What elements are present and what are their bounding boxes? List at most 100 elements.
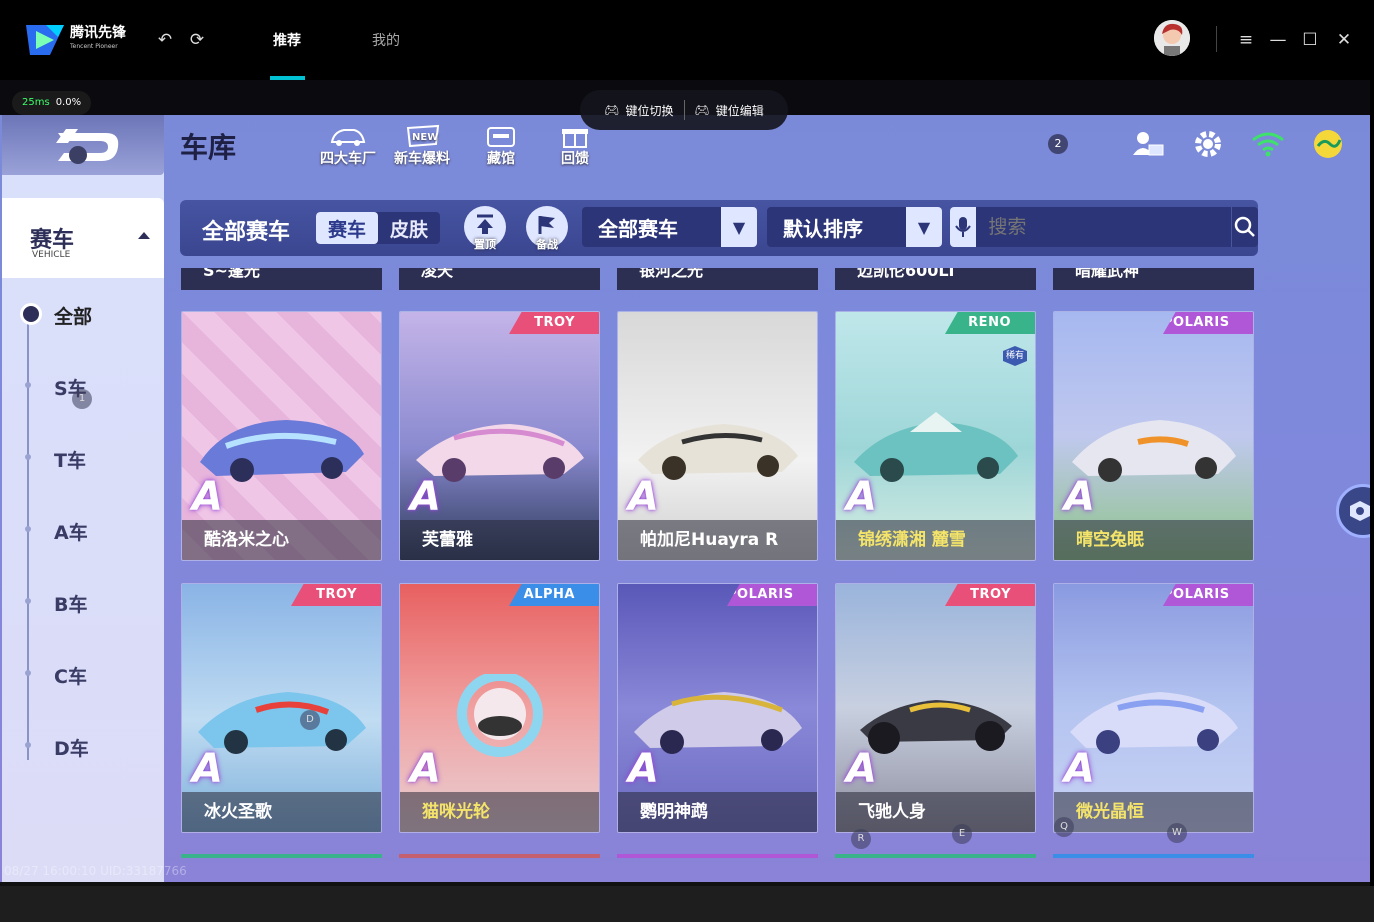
grade-label: A bbox=[410, 746, 441, 792]
car-card[interactable]: A 酷洛米之心 bbox=[181, 311, 382, 561]
timeline-dot bbox=[25, 382, 31, 388]
timeline-dot bbox=[25, 526, 31, 532]
category-select[interactable]: 全部赛车 ▼ bbox=[582, 207, 757, 247]
car-name: 锦绣潇湘 麓雪 bbox=[836, 520, 1035, 560]
search-input[interactable] bbox=[988, 216, 1232, 238]
car-card[interactable]: A 帕加尼Huayra R bbox=[617, 311, 818, 561]
brand-name: 腾讯先锋 bbox=[70, 25, 126, 41]
card-partial[interactable] bbox=[181, 854, 382, 858]
key-edit-button[interactable]: 🎮︎ 键位编辑 bbox=[695, 102, 764, 119]
key-switch-label: 键位切换 bbox=[625, 103, 674, 118]
card-partial[interactable]: 暗耀武神 bbox=[1053, 268, 1254, 290]
car-card[interactable]: TROY A 飞驰人身 bbox=[835, 583, 1036, 833]
settings-gear-icon[interactable] bbox=[1190, 126, 1226, 162]
nav-new-car-news[interactable]: NEW 新车爆料 bbox=[394, 124, 450, 168]
gamepad-icon: 🎮︎ bbox=[604, 103, 620, 117]
nav-collection[interactable]: 藏馆 bbox=[484, 124, 518, 168]
sidebar-item-b[interactable]: B车 bbox=[54, 590, 87, 617]
notification-badge: 2 bbox=[1048, 134, 1068, 154]
prepare-label: 备战 bbox=[536, 238, 558, 251]
card-partial[interactable] bbox=[1053, 854, 1254, 858]
nav-label: 藏馆 bbox=[487, 151, 515, 167]
car-name: 微光晶恒 bbox=[1054, 792, 1253, 832]
car-name: 酷洛米之心 bbox=[182, 520, 381, 560]
sort-select[interactable]: 默认排序 ▼ bbox=[767, 207, 942, 247]
wifi-icon bbox=[1250, 126, 1286, 162]
car-name: 晴空兔眠 bbox=[1054, 520, 1253, 560]
divider bbox=[683, 100, 685, 120]
gamepad-icon: 🎮︎ bbox=[694, 103, 710, 117]
key-hint: W bbox=[1167, 823, 1187, 843]
game-logo bbox=[2, 115, 164, 175]
sidebar-item-d[interactable]: D车 bbox=[54, 734, 89, 761]
card-partial[interactable] bbox=[835, 854, 1036, 858]
car-card[interactable]: POLARIS A 晴空兔眠 bbox=[1053, 311, 1254, 561]
card-partial[interactable]: 迈凯伦600LT bbox=[835, 268, 1036, 290]
brand-tag: ALPHA bbox=[509, 584, 599, 606]
card-partial[interactable]: 银河之光 bbox=[617, 268, 818, 290]
brand-tag: TROY bbox=[945, 584, 1035, 606]
card-partial[interactable] bbox=[399, 854, 600, 858]
menu-icon[interactable]: ≡ bbox=[1236, 30, 1256, 50]
sidebar-item-a[interactable]: A车 bbox=[54, 518, 88, 545]
key-hint: E bbox=[952, 824, 972, 844]
refresh-icon[interactable]: ⟳ bbox=[187, 30, 207, 50]
timeline-dot bbox=[25, 670, 31, 676]
car-card[interactable]: ALPHA A 猫咪光轮 bbox=[399, 583, 600, 833]
minimize-icon[interactable]: — bbox=[1268, 30, 1288, 50]
key-switch-button[interactable]: 🎮︎ 键位切换 bbox=[604, 102, 673, 119]
grade-label: A bbox=[410, 474, 441, 520]
segment-cars[interactable]: 赛车 bbox=[316, 212, 378, 244]
key-edit-label: 键位编辑 bbox=[715, 103, 764, 118]
car-card[interactable]: TROY A 冰火圣歌 bbox=[181, 583, 382, 833]
pin-top-label: 置顶 bbox=[474, 238, 496, 251]
friends-mail-icon[interactable] bbox=[1130, 126, 1166, 162]
selected-indicator-icon bbox=[20, 303, 42, 325]
session-uid: 08/27 16:00:10 UID:33187766 bbox=[4, 864, 187, 878]
car-card[interactable]: POLARIS A 鹦明神鹉 bbox=[617, 583, 818, 833]
back-icon[interactable]: ↶ bbox=[155, 30, 175, 50]
brand-name-en: Tencent Pioneer bbox=[70, 43, 118, 50]
card-partial[interactable]: 凌天 bbox=[399, 268, 600, 290]
voice-icon[interactable] bbox=[950, 207, 977, 247]
pin-top-button[interactable]: 置顶 bbox=[464, 206, 506, 251]
brand-tag: POLARIS bbox=[1163, 312, 1253, 334]
brand-tag: RENO bbox=[945, 312, 1035, 334]
tab-recommend[interactable]: 推荐 bbox=[273, 30, 301, 50]
timeline-dot bbox=[25, 454, 31, 460]
hexagon-icon bbox=[1350, 501, 1370, 521]
tab-mine[interactable]: 我的 bbox=[372, 30, 400, 50]
avatar[interactable] bbox=[1154, 20, 1190, 56]
maximize-icon[interactable]: ☐ bbox=[1300, 30, 1320, 50]
close-icon[interactable]: ✕ bbox=[1334, 30, 1354, 50]
car-name: 帕加尼Huayra R bbox=[618, 520, 817, 560]
segment-skins[interactable]: 皮肤 bbox=[378, 212, 440, 244]
grade-label: A bbox=[628, 746, 659, 792]
grade-label: A bbox=[1064, 746, 1095, 792]
sidebar-item-c[interactable]: C车 bbox=[54, 662, 87, 689]
card-partial[interactable] bbox=[617, 854, 818, 858]
accelerator-icon[interactable] bbox=[1310, 126, 1346, 162]
brand-tag: POLARIS bbox=[1163, 584, 1253, 606]
nav-four-factories[interactable]: 四大车厂 bbox=[320, 124, 376, 168]
car-card[interactable]: RENO 稀有 A 锦绣潇湘 麓雪 bbox=[835, 311, 1036, 561]
car-card[interactable]: POLARIS A 微光晶恒 bbox=[1053, 583, 1254, 833]
car-name: 冰火圣歌 bbox=[182, 792, 381, 832]
car-grid: S~蓬光 凌天 银河之光 迈凯伦600LT 暗耀武神 A 酷洛米之心 TROY … bbox=[170, 268, 1270, 858]
sidebar-item-all[interactable]: 全部 bbox=[54, 302, 92, 329]
arrow-up-icon bbox=[477, 214, 493, 234]
search-icon[interactable] bbox=[1231, 207, 1258, 247]
sidebar-item-t[interactable]: T车 bbox=[54, 446, 86, 473]
card-partial[interactable]: S~蓬光 bbox=[181, 268, 382, 290]
app-logo: 腾讯先锋 Tencent Pioneer bbox=[24, 22, 134, 58]
title-bar: 腾讯先锋 Tencent Pioneer ↶ ⟳ 推荐 我的 ≡ — ☐ ✕ bbox=[0, 0, 1374, 80]
sidebar-header[interactable]: 赛车 VEHICLE bbox=[2, 198, 164, 278]
nav-rewards[interactable]: 回馈 bbox=[558, 124, 592, 168]
filter-title: 全部赛车 bbox=[202, 220, 291, 245]
nav-label: 回馈 bbox=[561, 151, 589, 167]
car-card[interactable]: TROY A 芙蕾雅 bbox=[399, 311, 600, 561]
flag-icon bbox=[538, 216, 555, 234]
collapse-caret-icon bbox=[138, 232, 150, 239]
prepare-button[interactable]: 备战 bbox=[526, 206, 568, 251]
grade-label: A bbox=[846, 474, 877, 520]
